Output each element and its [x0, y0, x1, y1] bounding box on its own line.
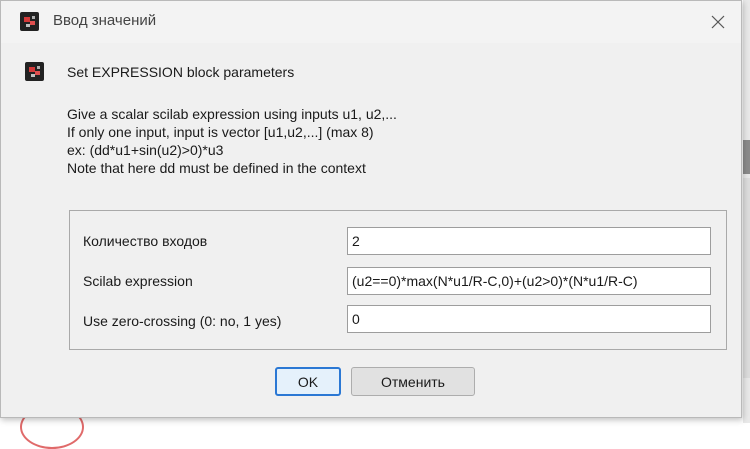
- dialog-window: Ввод значений Set EXPRESSION block param…: [0, 0, 742, 418]
- close-button[interactable]: [701, 7, 735, 37]
- dialog-header: Set EXPRESSION block parameters: [67, 64, 295, 80]
- scilab-expression-label: Scilab expression: [83, 273, 193, 289]
- ok-button[interactable]: OK: [275, 367, 341, 396]
- inputs-count-label: Количество входов: [83, 233, 208, 249]
- zero-crossing-label: Use zero-crossing (0: no, 1 yes): [83, 313, 282, 329]
- description-line: Give a scalar scilab expression using in…: [67, 106, 397, 122]
- background-panel: [743, 140, 750, 174]
- scilab-expression-field[interactable]: (u2==0)*max(N*u1/R-C,0)+(u2>0)*(N*u1/R-C…: [347, 267, 711, 295]
- description-line: ex: (dd*u1+sin(u2)>0)*u3: [67, 142, 224, 158]
- description-line: If only one input, input is vector [u1,u…: [67, 124, 374, 140]
- title-bar[interactable]: Ввод значений: [1, 1, 741, 43]
- zero-crossing-field[interactable]: 0: [347, 305, 711, 333]
- block-icon: [25, 62, 44, 81]
- background-app-strip: [743, 0, 750, 423]
- window-title: Ввод значений: [53, 12, 157, 29]
- background-panel: [743, 178, 750, 378]
- scilab-app-icon: [20, 12, 39, 31]
- close-icon: [711, 15, 725, 29]
- inputs-count-field[interactable]: 2: [347, 227, 711, 255]
- description-line: Note that here dd must be defined in the…: [67, 160, 366, 176]
- cancel-button[interactable]: Отменить: [351, 367, 475, 396]
- description: Give a scalar scilab expression using in…: [67, 105, 397, 177]
